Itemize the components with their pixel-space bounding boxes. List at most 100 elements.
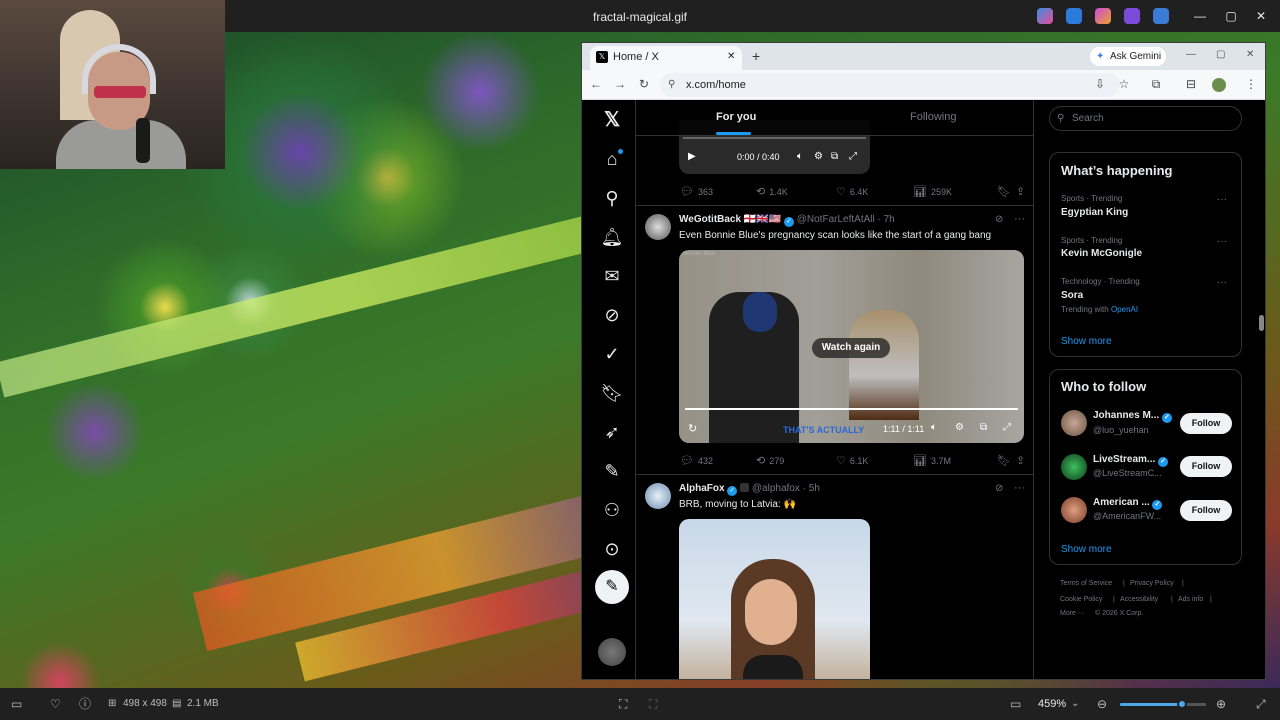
tweet-author[interactable]: AlphaFox ✓ @alphafox · 5h [679,483,820,496]
footer-cookie-link[interactable]: Cookie Policy [1060,596,1102,603]
rotate-icon[interactable]: ⛶ [649,696,657,712]
avatar[interactable] [645,483,671,509]
follow-handle[interactable]: @LiveStreamC... [1093,468,1162,478]
avatar[interactable] [1061,410,1087,436]
fullscreen-icon[interactable]: ⤢ [1003,422,1011,433]
browser-maximize-button[interactable]: ▢ [1216,49,1225,60]
like-button[interactable]: ♡ 6.4K [836,185,868,198]
home-icon[interactable]: ⌂ [600,147,624,171]
tab-following[interactable]: Following [910,111,956,123]
bookmark-icon[interactable]: 🔖︎ [997,454,1011,467]
zoom-out-icon[interactable]: ⊖ [1097,696,1107,712]
crop-icon[interactable]: ⛶ [619,696,627,712]
chevron-down-icon[interactable]: ⌄ [1071,696,1079,712]
trend-more-icon[interactable]: ··· [1217,277,1227,288]
verified-icon[interactable]: ✓ [600,342,624,366]
follow-name[interactable]: American ... ✓ [1093,497,1163,510]
replay-icon[interactable]: ↻ [688,422,697,435]
watch-again-button[interactable]: Watch again [812,338,890,358]
tab-for-you[interactable]: For you [716,111,756,123]
minimize-button[interactable]: — [1192,8,1208,24]
author-handle[interactable]: @alphafox · 5h [752,483,820,494]
avatar[interactable] [1061,497,1087,523]
extensions-icon[interactable]: ⧉ [1148,77,1164,92]
grok-icon[interactable]: ⊘ [995,214,1003,225]
clipchamp-icon[interactable] [1124,8,1140,24]
tweet-video[interactable]: Bonnie Blue Watch again ↻ THAT'S ACTUALL… [679,250,1024,443]
zoom-in-icon[interactable]: ⊕ [1216,696,1226,712]
reply-button[interactable]: 💬︎ 363 [680,185,713,198]
show-more-link[interactable]: Show more [1061,544,1112,555]
more-icon[interactable]: ⊙ [600,537,624,561]
like-button[interactable]: ♡ 6.1K [836,454,868,467]
pip-icon[interactable]: ⧉ [980,422,987,433]
zoom-slider-thumb[interactable] [1176,699,1187,709]
author-name[interactable]: WeGotitBack 🏴󠁧󠁢󠁥󠁮󠁧󠁿🇬🇧🇺🇸 [679,214,781,225]
bookmarks-icon[interactable]: 🔖︎ [600,381,624,405]
copilot-icon[interactable] [1037,8,1053,24]
author-name[interactable]: AlphaFox [679,483,725,494]
reply-button[interactable]: 💬︎ 432 [680,454,713,467]
cloud-icon[interactable] [1153,8,1169,24]
trend-name[interactable]: Egyptian King [1061,207,1128,218]
compose-post-button[interactable]: ✎ [595,570,629,604]
browser-minimize-button[interactable]: — [1186,49,1196,60]
search-input[interactable]: ⚲ Search [1049,106,1242,131]
follow-button[interactable]: Follow [1180,413,1232,434]
rocket-icon[interactable]: ➶ [600,420,624,444]
search-icon[interactable]: ⚲ [600,186,624,210]
install-icon[interactable]: ⇩ [1092,77,1108,91]
trend-name[interactable]: Kevin McGonigle [1061,248,1142,259]
zoom-slider[interactable] [1120,699,1206,709]
views-button[interactable]: 📊︎ 259K [913,185,952,198]
paint-icon[interactable] [1095,8,1111,24]
settings-icon[interactable]: ⚙ [814,151,823,162]
avatar[interactable] [1061,454,1087,480]
page-scrollbar-thumb[interactable] [1259,315,1264,331]
profile-icon[interactable]: ⚇ [600,498,624,522]
x-logo-icon[interactable]: 𝕏 [600,108,624,132]
follow-handle[interactable]: @luo_yuehan [1093,425,1149,435]
fullscreen-icon[interactable]: ⤢ [849,151,857,162]
tab-close-icon[interactable]: ✕ [727,51,735,62]
grok-icon[interactable]: ⊘ [600,303,624,327]
new-tab-button[interactable]: + [752,48,760,64]
articles-icon[interactable]: ✎ [600,459,624,483]
tweet-author[interactable]: WeGotitBack 🏴󠁧󠁢󠁥󠁮󠁧󠁿🇬🇧🇺🇸 ✓ @NotFarLeftAtA… [679,214,895,227]
footer-accessibility-link[interactable]: Accessibility [1120,596,1158,603]
footer-privacy-link[interactable]: Privacy Policy [1130,580,1174,587]
tweet-image[interactable] [679,519,870,679]
url-text[interactable]: x.com/home [686,79,746,91]
video-progress-track[interactable] [685,408,1018,410]
trend-name[interactable]: Sora [1061,290,1083,301]
more-options-icon[interactable]: ··· [1014,213,1025,225]
favorite-icon[interactable]: ♡ [50,696,61,712]
repost-button[interactable]: ⟲ 279 [756,454,784,467]
film-strip-icon[interactable]: ▭ [11,696,22,712]
footer-ads-link[interactable]: Ads info [1178,596,1203,603]
play-icon[interactable]: ▶ [688,151,696,162]
grok-icon[interactable]: ⊘ [995,483,1003,494]
views-button[interactable]: 📊︎ 3.7M [913,454,951,467]
volume-icon[interactable]: 🔈︎ [931,422,937,433]
maximize-button[interactable]: ▢ [1223,8,1239,24]
follow-button[interactable]: Follow [1180,500,1232,521]
messages-envelope-icon[interactable]: ✉ [600,264,624,288]
edit-icon[interactable] [1066,8,1082,24]
site-info-icon[interactable]: ⚲ [668,73,675,97]
browser-close-button[interactable]: ✕ [1246,49,1254,60]
close-button[interactable]: ✕ [1253,8,1269,24]
bookmark-icon[interactable]: 🔖︎ [997,185,1011,198]
ask-gemini-button[interactable]: ✦ Ask Gemini [1090,47,1166,66]
footer-terms-link[interactable]: Terms of Service [1060,580,1112,587]
notifications-bell-icon[interactable]: 🔔︎ [600,225,624,249]
follow-button[interactable]: Follow [1180,456,1232,477]
reload-icon[interactable]: ↻ [636,77,652,91]
author-handle[interactable]: @NotFarLeftAtAll · 7h [797,214,895,225]
repost-button[interactable]: ⟲ 1.4K [756,185,788,198]
bookmark-star-icon[interactable]: ☆ [1116,77,1132,91]
follow-name[interactable]: Johannes M... ✓ [1093,410,1172,423]
video-progress-track[interactable] [683,137,866,139]
volume-icon[interactable]: 🔈︎ [797,151,803,162]
pip-icon[interactable]: ⧉ [831,151,838,162]
